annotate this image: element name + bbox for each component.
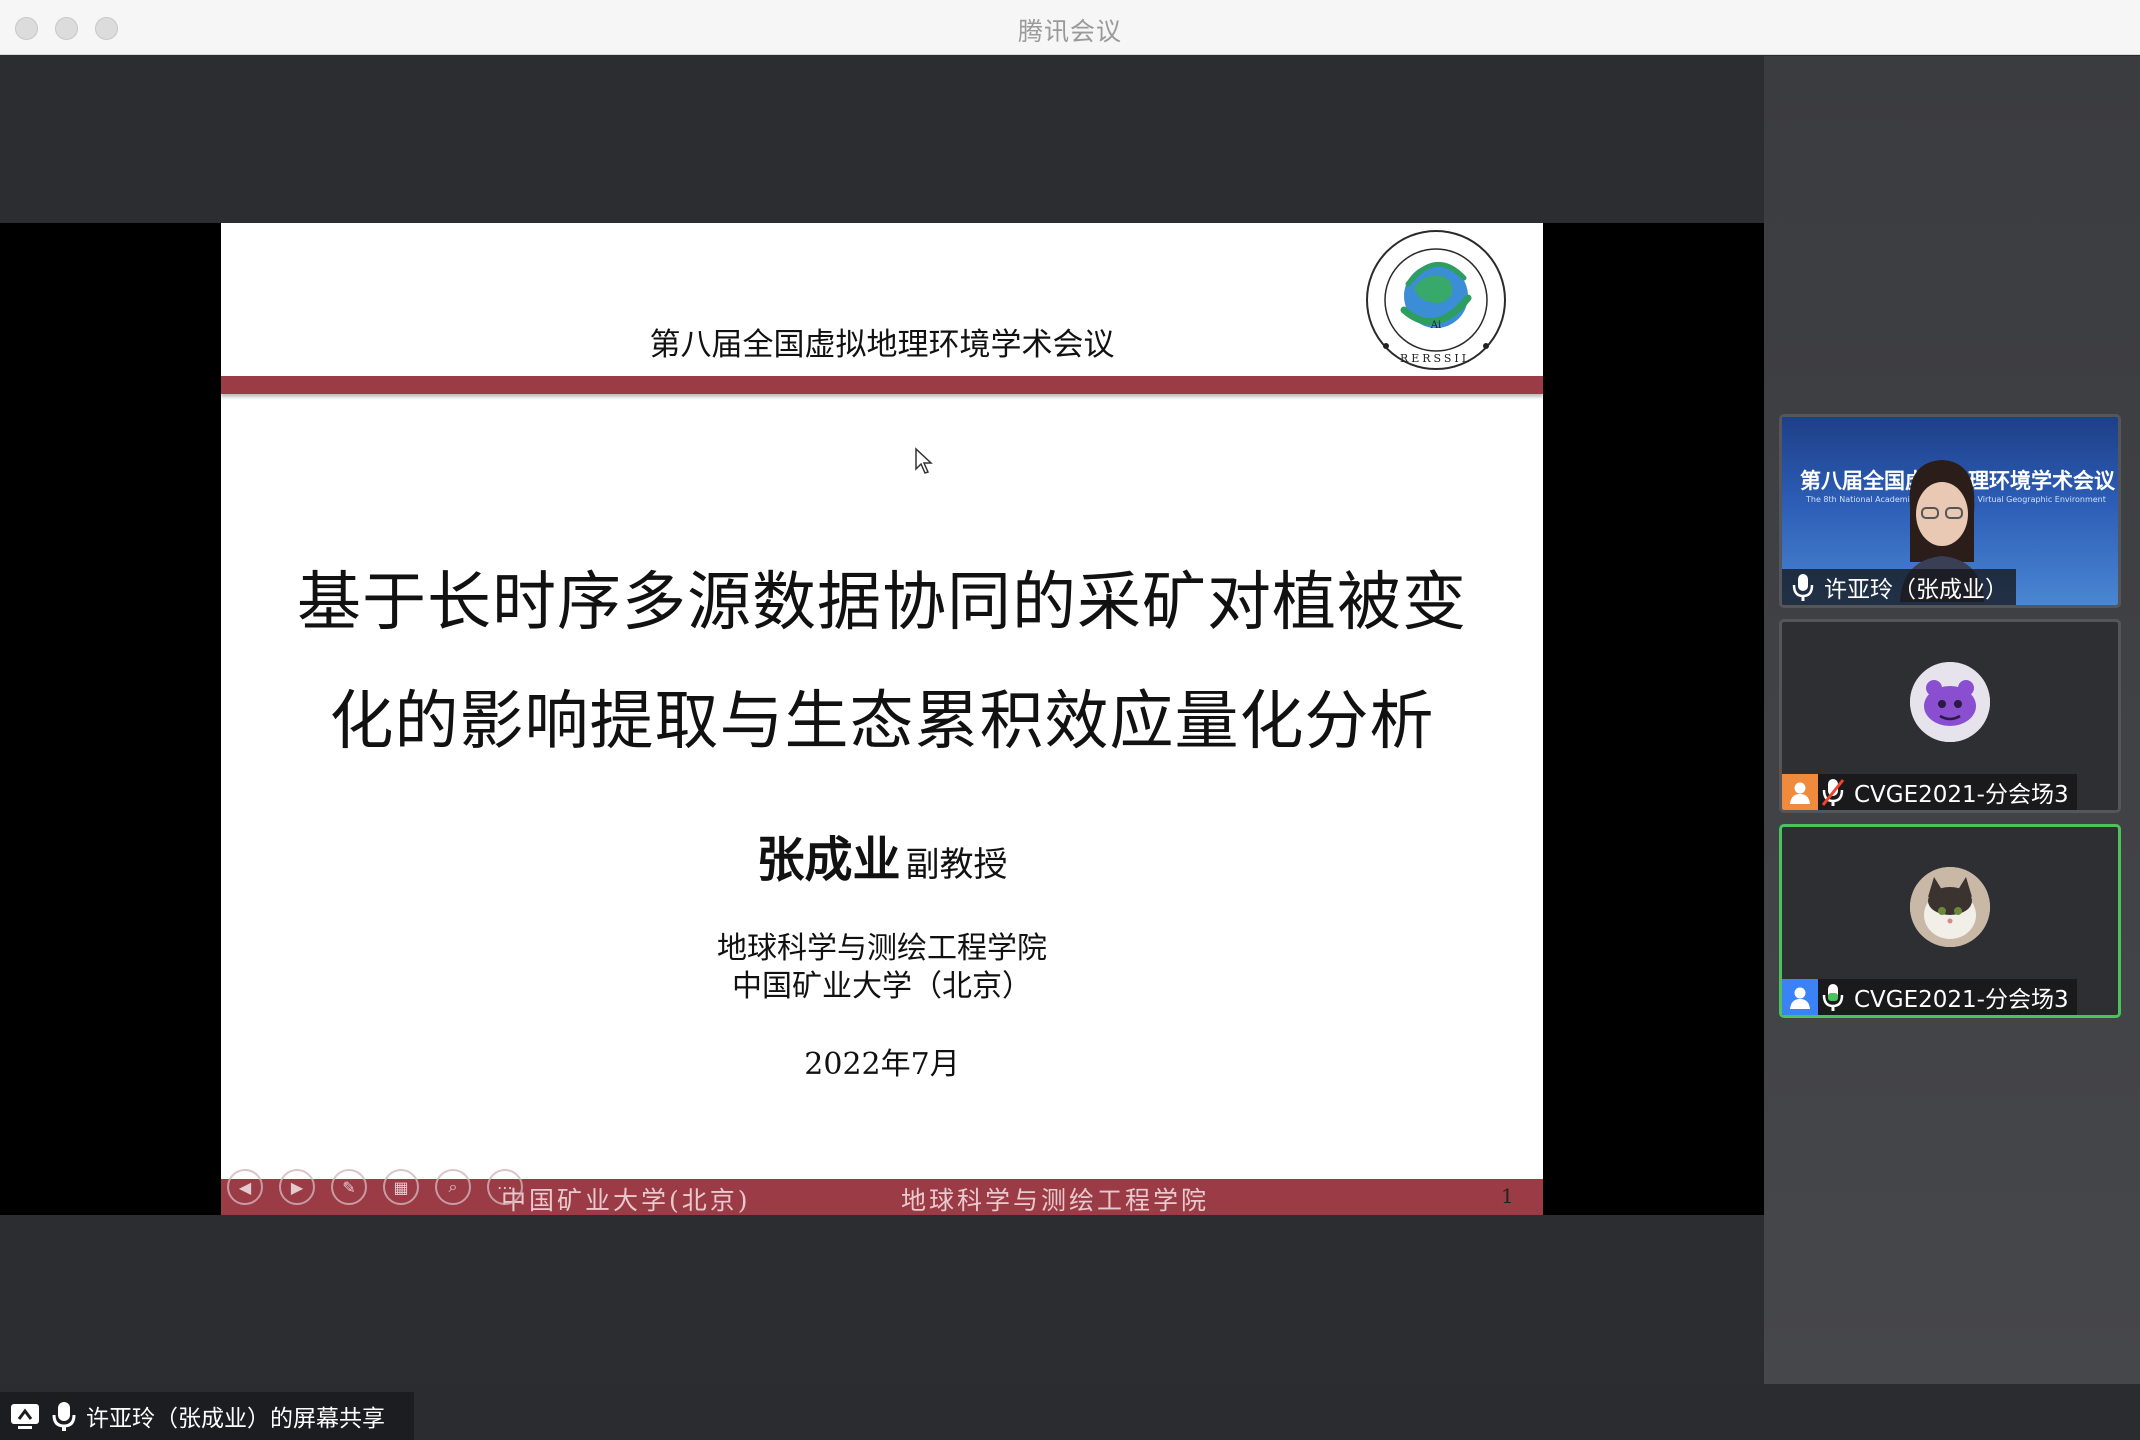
svg-text:Ai: Ai bbox=[1430, 320, 1441, 331]
participant-tile[interactable]: CVGE2021-分会场3 bbox=[1779, 619, 2121, 813]
participant-name: CVGE2021-分会场3 bbox=[1854, 987, 2069, 1013]
screen-share-view[interactable]: 第八届全国虚拟地理环境学术会议 Ai RERSSIL 基于长时序多源数据协同的采… bbox=[0, 223, 1764, 1215]
lab-logo-icon: Ai RERSSIL bbox=[1366, 230, 1506, 370]
participant-avatar bbox=[1910, 867, 1990, 947]
pen-icon[interactable]: ✎ bbox=[331, 1169, 367, 1205]
participant-avatar bbox=[1910, 662, 1990, 742]
author-name: 张成业 bbox=[756, 832, 901, 888]
screen-share-label-text: 许亚玲（张成业）的屏幕共享 bbox=[86, 1406, 385, 1432]
cat-avatar-icon bbox=[1910, 867, 1990, 947]
mic-active-icon bbox=[1818, 979, 1848, 1015]
meeting-main-area: 第八届全国虚拟地理环境学术会议 Ai RERSSIL 基于长时序多源数据协同的采… bbox=[0, 56, 1764, 1440]
title-bar: 腾讯会议 bbox=[0, 0, 2140, 55]
author-role: 副教授 bbox=[905, 845, 1008, 885]
footer-university: 中国矿业大学(北京) bbox=[501, 1186, 751, 1215]
footer-school: 地球科学与测绘工程学院 bbox=[901, 1186, 1210, 1215]
screen-share-label: 许亚玲（张成业）的屏幕共享 bbox=[0, 1392, 414, 1440]
mic-muted-icon bbox=[1818, 774, 1848, 810]
person-badge-icon bbox=[1782, 774, 1818, 810]
author-line: 张成业 副教授 bbox=[221, 820, 1543, 890]
presentation-slide: 第八届全国虚拟地理环境学术会议 Ai RERSSIL 基于长时序多源数据协同的采… bbox=[221, 223, 1543, 1215]
screen-share-icon bbox=[11, 1404, 39, 1429]
previous-slide-icon[interactable]: ◀ bbox=[227, 1169, 263, 1205]
slide-title-line-1: 基于长时序多源数据协同的采矿对植被变 bbox=[297, 566, 1467, 640]
zoom-icon[interactable]: ⌕ bbox=[435, 1169, 471, 1205]
participant-name: 许亚玲（张成业） bbox=[1824, 577, 2008, 603]
slide-header-band bbox=[221, 376, 1543, 394]
participant-tile[interactable]: 第八届全国虚拟地理环境学术会议 The 8th National Academi… bbox=[1779, 414, 2121, 608]
slide-title-line-2: 化的影响提取与生态累积效应量化分析 bbox=[329, 685, 1435, 759]
conference-title: 第八届全国虚拟地理环境学术会议 bbox=[649, 327, 1115, 363]
affiliation-university: 中国矿业大学（北京） bbox=[732, 969, 1032, 1004]
window-title: 腾讯会议 bbox=[1017, 17, 1122, 46]
participant-name: CVGE2021-分会场3 bbox=[1854, 782, 2069, 808]
mouse-cursor-icon bbox=[915, 447, 933, 474]
participant-name-bar: CVGE2021-分会场3 bbox=[1782, 774, 2077, 810]
page-number: 1 bbox=[1501, 1184, 1514, 1208]
participants-sidebar: 第八届全国虚拟地理环境学术会议 The 8th National Academi… bbox=[1764, 56, 2140, 1384]
more-options-icon[interactable]: ⋯ bbox=[487, 1169, 523, 1205]
svg-text:RERSSIL: RERSSIL bbox=[1400, 352, 1472, 365]
cartoon-avatar-icon bbox=[1910, 662, 1990, 742]
person-badge-icon bbox=[1782, 979, 1818, 1015]
slides-grid-icon[interactable]: ▦ bbox=[383, 1169, 419, 1205]
slide-date: 2022年7月 bbox=[804, 1047, 960, 1082]
next-slide-icon[interactable]: ▶ bbox=[279, 1169, 315, 1205]
participant-name-bar: 许亚玲（张成业） bbox=[1782, 569, 2016, 605]
mic-icon bbox=[1788, 569, 1818, 605]
participant-name-bar: CVGE2021-分会场3 bbox=[1782, 979, 2077, 1015]
mic-icon bbox=[52, 1402, 76, 1431]
participant-tile-active-speaker[interactable]: CVGE2021-分会场3 bbox=[1779, 824, 2121, 1018]
slide-footer: 中国矿业大学(北京) 地球科学与测绘工程学院 1 bbox=[221, 1179, 1543, 1215]
